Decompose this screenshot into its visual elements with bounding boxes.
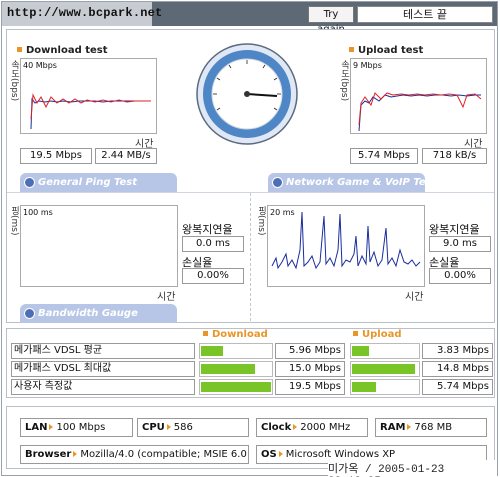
bw-down-fill bbox=[201, 364, 255, 374]
upload-kbs-value: 718 kB/s bbox=[422, 148, 487, 164]
speed-gauge bbox=[195, 40, 299, 150]
clock-info: Clock 2000 MHz bbox=[256, 418, 368, 437]
browser-info: Browser Mozilla/4.0 (compatible; MSIE 6.0 bbox=[20, 445, 249, 464]
arrow-icon bbox=[293, 424, 298, 430]
arrow-icon bbox=[278, 451, 283, 457]
upload-scale: 9 Mbps bbox=[353, 61, 382, 70]
watermark-text: http://www.bcpark.net bbox=[7, 6, 163, 20]
ping-loss-value: 0.00% bbox=[182, 268, 244, 284]
arrow-icon bbox=[73, 451, 78, 457]
ping-icon bbox=[24, 177, 35, 188]
game-time-label: 시간 bbox=[405, 292, 424, 303]
bw-up-fill bbox=[352, 382, 376, 392]
bw-up-bar bbox=[350, 379, 420, 395]
bw-down-bar bbox=[199, 361, 273, 377]
download-scale: 40 Mbps bbox=[23, 61, 57, 70]
status-display: 테스트 끝 bbox=[357, 6, 493, 23]
game-latency-label: 왕복지연율 bbox=[429, 223, 480, 236]
bw-down-bar bbox=[199, 343, 273, 359]
game-latency-value: 9.0 ms bbox=[429, 236, 491, 252]
bw-download-header: Download bbox=[203, 329, 268, 340]
bw-down-bar bbox=[199, 379, 273, 395]
bw-up-bar bbox=[350, 361, 420, 377]
download-chart-lines bbox=[30, 93, 151, 130]
bw-row-name: 메가패스 VDSL 평균 bbox=[11, 343, 195, 359]
ping-time-label: 시간 bbox=[157, 292, 176, 303]
ram-info: RAM 768 MB bbox=[375, 418, 487, 437]
upload-graph: 9 Mbps bbox=[350, 58, 487, 134]
upload-title: Upload test bbox=[349, 45, 423, 56]
bw-up-value: 14.8 Mbps bbox=[422, 361, 493, 377]
bw-up-value: 3.83 Mbps bbox=[422, 343, 493, 359]
test-panel: Download test 속도(bps) 40 Mbps 시간 19.5 Mb… bbox=[6, 29, 495, 323]
tab-general-ping[interactable]: General Ping Test bbox=[20, 173, 177, 192]
ping-scale: 100 ms bbox=[23, 208, 53, 217]
download-mbps-value: 19.5 Mbps bbox=[20, 148, 92, 164]
arrow-icon bbox=[166, 424, 171, 430]
ping-latency-label: 왕복지연율 bbox=[182, 223, 233, 236]
vertical-divider bbox=[250, 193, 251, 321]
bullet-icon bbox=[353, 331, 358, 336]
header-bar: http://www.bcpark.net Try again 테스트 끝 bbox=[2, 2, 497, 35]
bw-up-fill bbox=[352, 346, 369, 356]
bw-upload-header: Upload bbox=[353, 329, 401, 340]
download-mbs-value: 2.44 MB/s bbox=[95, 148, 157, 164]
bullet-icon bbox=[349, 47, 354, 52]
game-graph: 20 ms bbox=[267, 205, 425, 287]
bullet-icon bbox=[203, 331, 208, 336]
bandwidth-row: 메가패스 VDSL 최대값 15.0 Mbps 14.8 Mbps bbox=[11, 361, 493, 377]
game-scale: 20 ms bbox=[270, 208, 295, 217]
header-logo-area: http://www.bcpark.net bbox=[2, 2, 162, 26]
upload-chart-lines bbox=[358, 92, 482, 132]
tab-network-game[interactable]: Network Game & VoIP Test bbox=[268, 173, 436, 192]
arrow-icon bbox=[407, 424, 412, 430]
bandwidth-row: 메가패스 VDSL 평균 5.96 Mbps 3.83 Mbps bbox=[11, 343, 493, 359]
download-graph: 40 Mbps bbox=[20, 58, 157, 134]
upload-mbps-value: 5.74 Mbps bbox=[350, 148, 418, 164]
speedtest-window: http://www.bcpark.net Try again 테스트 끝 Do… bbox=[1, 1, 498, 477]
bw-down-value: 5.96 Mbps bbox=[275, 343, 345, 359]
bandwidth-row: 사용자 측정값 19.5 Mbps 5.74 Mbps bbox=[11, 379, 493, 395]
bw-row-name: 사용자 측정값 bbox=[11, 379, 195, 395]
bandwidth-section: Download Upload 메가패스 VDSL 평균 5.96 Mbps 3… bbox=[6, 328, 495, 398]
tab-bandwidth-gauge[interactable]: Bandwidth Gauge bbox=[20, 304, 177, 323]
bw-down-value: 19.5 Mbps bbox=[275, 379, 345, 395]
bandwidth-icon bbox=[24, 308, 35, 319]
lan-info: LAN 100 Mbps bbox=[20, 418, 133, 437]
bw-up-fill bbox=[352, 364, 415, 374]
ping-latency-value: 0.0 ms bbox=[182, 236, 244, 252]
bw-row-name: 메가패스 VDSL 최대값 bbox=[11, 361, 195, 377]
arrow-icon bbox=[49, 424, 54, 430]
bw-down-fill bbox=[201, 382, 271, 392]
download-title: Download test bbox=[17, 45, 108, 56]
cpu-info: CPU 586 bbox=[137, 418, 249, 437]
capture-stamp: 미가옥 / 2005-01-23 22:12:35 bbox=[328, 460, 497, 477]
try-again-button[interactable]: Try again bbox=[308, 6, 354, 35]
bw-down-fill bbox=[201, 346, 223, 356]
game-icon bbox=[272, 177, 283, 188]
ping-graph: 100 ms bbox=[20, 205, 178, 287]
bw-down-value: 15.0 Mbps bbox=[275, 361, 345, 377]
bw-up-value: 5.74 Mbps bbox=[422, 379, 493, 395]
game-loss-value: 0.00% bbox=[429, 268, 491, 284]
game-chart-line bbox=[271, 211, 421, 270]
bw-up-bar bbox=[350, 343, 420, 359]
bullet-icon bbox=[17, 47, 22, 52]
